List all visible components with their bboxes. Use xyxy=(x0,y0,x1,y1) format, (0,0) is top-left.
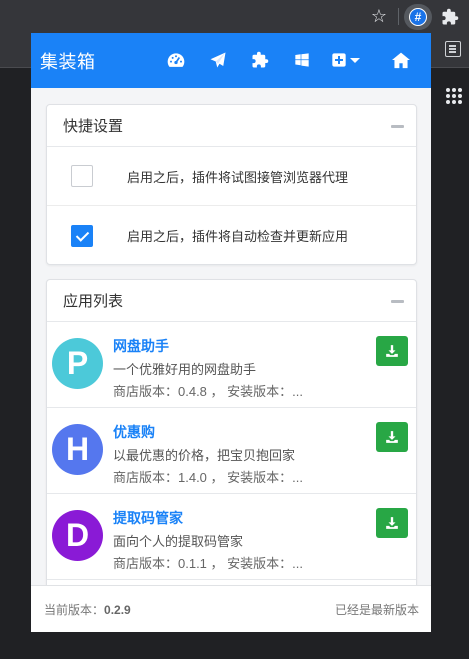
app-name-link[interactable]: 优惠购 xyxy=(113,422,155,442)
puzzle-icon[interactable] xyxy=(436,4,464,30)
card-title: 应用列表 xyxy=(63,293,124,310)
extension-hash-icon: # xyxy=(409,8,427,26)
download-icon xyxy=(386,517,398,529)
current-version: 当前版本：0.2.9 xyxy=(44,601,131,618)
star-icon[interactable]: ☆ xyxy=(369,6,389,26)
brand-title[interactable]: 集装箱 xyxy=(40,48,96,74)
app-description: 面向个人的提取码管家 xyxy=(113,534,244,549)
extension-popup: 集装箱 快捷设置 启用之后，插件将试图接管浏览器代理 启用之后，插件将自动检查并… xyxy=(31,33,431,632)
app-list-header: 应用列表 xyxy=(47,280,416,322)
app-avatar: D xyxy=(52,510,103,561)
app-version: 商店版本：0.4.8 ， 安装版本：... xyxy=(113,384,303,399)
collapse-icon[interactable] xyxy=(391,300,404,303)
apps-grid-icon[interactable] xyxy=(446,88,462,104)
version-label: 当前版本： xyxy=(44,602,105,617)
windows-icon[interactable] xyxy=(291,50,313,70)
app-item: P 网盘助手 一个优雅好用的网盘助手 商店版本：0.4.8 ， 安装版本：... xyxy=(47,322,416,408)
home-icon[interactable] xyxy=(390,50,412,70)
update-status: 已经是最新版本 xyxy=(334,602,419,617)
proxy-checkbox[interactable] xyxy=(71,165,93,187)
app-name-link[interactable]: 提取码管家 xyxy=(113,508,183,528)
active-extension-button[interactable]: # xyxy=(404,4,432,30)
app-avatar: P xyxy=(52,338,103,389)
app-description: 一个优雅好用的网盘助手 xyxy=(113,362,257,377)
page-tab-strip-left xyxy=(0,33,31,68)
version-value: 0.2.9 xyxy=(104,602,131,617)
chevron-down-icon[interactable] xyxy=(349,50,361,70)
plus-square-icon[interactable] xyxy=(331,50,347,70)
toolbar-divider xyxy=(398,8,399,25)
popup-footer: 当前版本：0.2.9 已经是最新版本 xyxy=(31,585,431,632)
collapse-icon[interactable] xyxy=(391,125,404,128)
download-button[interactable] xyxy=(376,422,408,452)
app-item: H 优惠购 以最优惠的价格，把宝贝抱回家 商店版本：1.4.0 ， 安装版本：.… xyxy=(47,408,416,494)
app-description: 以最优惠的价格，把宝贝抱回家 xyxy=(113,448,296,463)
auto-update-checkbox[interactable] xyxy=(71,224,93,247)
setting-row-auto-update: 启用之后，插件将自动检查并更新应用 xyxy=(47,206,416,265)
dashboard-icon[interactable] xyxy=(165,50,187,70)
reading-list-icon[interactable] xyxy=(445,41,461,57)
app-version: 商店版本：0.1.1 ， 安装版本：... xyxy=(113,556,303,571)
page-tab-strip-right xyxy=(431,33,469,68)
setting-label: 启用之后，插件将自动检查并更新应用 xyxy=(127,229,349,244)
app-list-card: 应用列表 P 网盘助手 一个优雅好用的网盘助手 商店版本：0.4.8 ， 安装版… xyxy=(46,279,417,619)
download-icon xyxy=(386,345,398,357)
download-button[interactable] xyxy=(376,508,408,538)
setting-row-proxy: 启用之后，插件将试图接管浏览器代理 xyxy=(47,147,416,206)
puzzle-piece-icon[interactable] xyxy=(249,50,271,70)
app-item: D 提取码管家 面向个人的提取码管家 商店版本：0.1.1 ， 安装版本：... xyxy=(47,494,416,580)
app-version: 商店版本：1.4.0 ， 安装版本：... xyxy=(113,470,303,485)
app-name-link[interactable]: 网盘助手 xyxy=(113,336,169,356)
card-title: 快捷设置 xyxy=(63,118,124,135)
download-icon xyxy=(386,431,398,443)
app-avatar: H xyxy=(52,424,103,475)
setting-label: 启用之后，插件将试图接管浏览器代理 xyxy=(127,169,349,185)
download-button[interactable] xyxy=(376,336,408,366)
quick-settings-card: 快捷设置 启用之后，插件将试图接管浏览器代理 启用之后，插件将自动检查并更新应用 xyxy=(46,104,417,265)
browser-toolbar: ☆ # xyxy=(0,0,469,33)
paper-plane-icon[interactable] xyxy=(207,50,229,70)
quick-settings-header: 快捷设置 xyxy=(47,105,416,147)
navbar: 集装箱 xyxy=(31,33,431,88)
